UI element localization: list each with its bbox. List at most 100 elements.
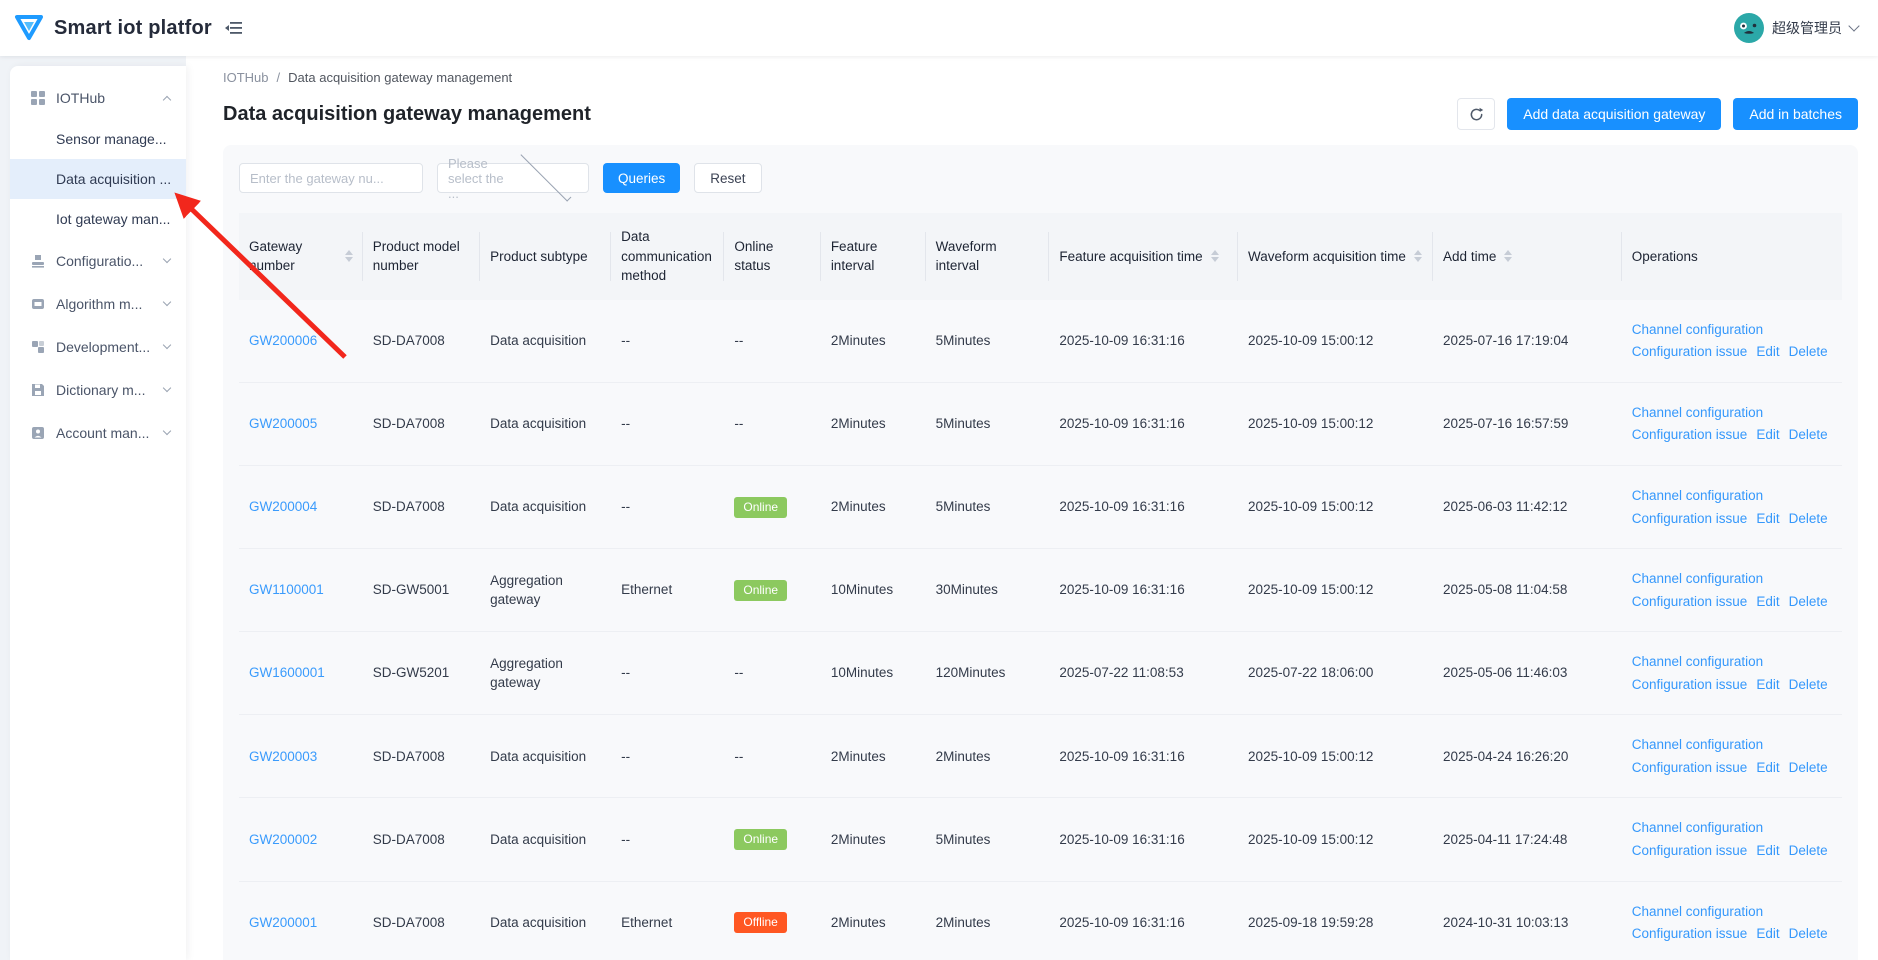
sidebar: IOTHubSensor manage...Data acquisition .… xyxy=(0,56,186,960)
gateway-number-link[interactable]: GW1600001 xyxy=(249,665,325,680)
cell-feature-acquisition-time: 2025-10-09 16:31:16 xyxy=(1049,382,1238,465)
add-batches-button[interactable]: Add in batches xyxy=(1733,98,1858,130)
delete-link[interactable]: Delete xyxy=(1789,592,1828,612)
add-gateway-button[interactable]: Add data acquisition gateway xyxy=(1507,98,1721,130)
sort-asc-caret xyxy=(1414,250,1422,255)
edit-link[interactable]: Edit xyxy=(1756,592,1779,612)
channel-configuration-link[interactable]: Channel configuration xyxy=(1632,322,1763,337)
edit-link[interactable]: Edit xyxy=(1756,758,1779,778)
cell-waveform-acquisition-time: 2025-07-22 18:06:00 xyxy=(1238,632,1433,715)
delete-link[interactable]: Delete xyxy=(1789,675,1828,695)
delete-link[interactable]: Delete xyxy=(1789,924,1828,944)
sidebar-item-iothub[interactable]: IOTHub xyxy=(10,76,186,119)
column-header-waveform-acquisition-time[interactable]: Waveform acquisition time xyxy=(1238,213,1433,300)
refresh-icon xyxy=(1469,107,1484,122)
sidebar-item-development[interactable]: Development... xyxy=(10,325,186,368)
gateway-number-link[interactable]: GW200005 xyxy=(249,416,317,431)
configuration-issue-link[interactable]: Configuration issue xyxy=(1632,592,1748,612)
status-badge: Offline xyxy=(734,912,786,933)
sidebar-subitem-iot-gateway-man[interactable]: Iot gateway man... xyxy=(10,199,186,239)
cell-operations: Channel configuration Configuration issue… xyxy=(1632,320,1832,362)
gateway-number-link[interactable]: GW200003 xyxy=(249,749,317,764)
status-badge: Online xyxy=(734,829,787,850)
channel-configuration-link[interactable]: Channel configuration xyxy=(1632,737,1763,752)
sort-icon[interactable] xyxy=(345,250,353,262)
delete-link[interactable]: Delete xyxy=(1789,758,1828,778)
column-header-feature-acquisition-time[interactable]: Feature acquisition time xyxy=(1049,213,1238,300)
chevron-down-icon xyxy=(163,254,171,262)
edit-link[interactable]: Edit xyxy=(1756,509,1779,529)
floppy-icon xyxy=(30,382,46,398)
sidebar-collapse-icon[interactable] xyxy=(222,16,246,40)
breadcrumb-separator: / xyxy=(277,70,281,85)
sidebar-subitem-data-acquisition[interactable]: Data acquisition ... xyxy=(10,159,186,199)
configuration-issue-link[interactable]: Configuration issue xyxy=(1632,675,1748,695)
cell-feature-acquisition-time: 2025-10-09 16:31:16 xyxy=(1049,881,1238,960)
cell-waveform-acquisition-time: 2025-10-09 15:00:12 xyxy=(1238,715,1433,798)
gateway-number-link[interactable]: GW200004 xyxy=(249,499,317,514)
sidebar-group-label: Account man... xyxy=(56,425,164,441)
column-header-gateway-number[interactable]: Gateway number xyxy=(239,213,363,300)
cell-feature-acquisition-time: 2025-10-09 16:31:16 xyxy=(1049,798,1238,881)
column-header-add-time[interactable]: Add time xyxy=(1433,213,1622,300)
channel-configuration-link[interactable]: Channel configuration xyxy=(1632,405,1763,420)
cell-feature-acquisition-time: 2025-10-09 16:31:16 xyxy=(1049,549,1238,632)
edit-link[interactable]: Edit xyxy=(1756,841,1779,861)
user-menu[interactable]: 超级管理员 xyxy=(1734,13,1858,43)
status-badge: Online xyxy=(734,497,787,518)
column-label: Add time xyxy=(1443,247,1496,267)
cell-communication-method: -- xyxy=(611,465,724,548)
brand: Smart iot platfor xyxy=(14,14,222,42)
cell-waveform-interval: 2Minutes xyxy=(926,715,1050,798)
status-select-placeholder: Please select the ... xyxy=(448,156,513,201)
configuration-issue-link[interactable]: Configuration issue xyxy=(1632,924,1748,944)
reset-button[interactable]: Reset xyxy=(694,163,761,193)
cell-operations: Channel configuration Configuration issue… xyxy=(1622,549,1842,632)
cell-feature-interval: 2Minutes xyxy=(821,300,926,383)
channel-configuration-link[interactable]: Channel configuration xyxy=(1632,488,1763,503)
sidebar-item-algorithm-m[interactable]: Algorithm m... xyxy=(10,282,186,325)
channel-configuration-link[interactable]: Channel configuration xyxy=(1632,904,1763,919)
sort-icon[interactable] xyxy=(1211,250,1219,262)
delete-link[interactable]: Delete xyxy=(1789,342,1828,362)
edit-link[interactable]: Edit xyxy=(1756,425,1779,445)
refresh-button[interactable] xyxy=(1457,98,1495,130)
channel-configuration-link[interactable]: Channel configuration xyxy=(1632,654,1763,669)
column-label: Gateway number xyxy=(249,237,337,276)
gateway-number-link[interactable]: GW200002 xyxy=(249,832,317,847)
sidebar-item-configuratio[interactable]: Configuratio... xyxy=(10,239,186,282)
table-header: Gateway numberProduct model numberProduc… xyxy=(239,213,1842,300)
configuration-issue-link[interactable]: Configuration issue xyxy=(1632,758,1748,778)
delete-link[interactable]: Delete xyxy=(1789,425,1828,445)
gateway-number-link[interactable]: GW200001 xyxy=(249,915,317,930)
status-select[interactable]: Please select the ... xyxy=(437,163,589,193)
sidebar-item-dictionary-m[interactable]: Dictionary m... xyxy=(10,368,186,411)
configuration-issue-link[interactable]: Configuration issue xyxy=(1632,342,1748,362)
delete-link[interactable]: Delete xyxy=(1789,509,1828,529)
configuration-issue-link[interactable]: Configuration issue xyxy=(1632,841,1748,861)
cell-feature-acquisition-time: 2025-10-09 16:31:16 xyxy=(1049,300,1238,383)
channel-configuration-link[interactable]: Channel configuration xyxy=(1632,571,1763,586)
filter-bar: Please select the ... Queries Reset xyxy=(239,163,1842,193)
cell-feature-interval: 2Minutes xyxy=(821,465,926,548)
gateway-number-input[interactable] xyxy=(239,163,423,193)
column-label: Product model number xyxy=(373,237,470,276)
cell-product-model: SD-GW5001 xyxy=(363,549,480,632)
gateway-number-link[interactable]: GW200006 xyxy=(249,333,317,348)
cell-add-time: 2025-07-16 17:19:04 xyxy=(1433,300,1622,383)
channel-configuration-link[interactable]: Channel configuration xyxy=(1632,820,1763,835)
configuration-issue-link[interactable]: Configuration issue xyxy=(1632,425,1748,445)
gateway-number-link[interactable]: GW1100001 xyxy=(249,582,324,597)
chevron-down-icon xyxy=(163,297,171,305)
edit-link[interactable]: Edit xyxy=(1756,675,1779,695)
breadcrumb-root[interactable]: IOTHub xyxy=(223,70,269,85)
sort-icon[interactable] xyxy=(1414,250,1422,262)
queries-button[interactable]: Queries xyxy=(603,163,680,193)
edit-link[interactable]: Edit xyxy=(1756,924,1779,944)
sidebar-item-account-man[interactable]: Account man... xyxy=(10,411,186,454)
sort-icon[interactable] xyxy=(1504,250,1512,262)
edit-link[interactable]: Edit xyxy=(1756,342,1779,362)
delete-link[interactable]: Delete xyxy=(1789,841,1828,861)
configuration-issue-link[interactable]: Configuration issue xyxy=(1632,509,1748,529)
sidebar-subitem-sensor-manage[interactable]: Sensor manage... xyxy=(10,119,186,159)
